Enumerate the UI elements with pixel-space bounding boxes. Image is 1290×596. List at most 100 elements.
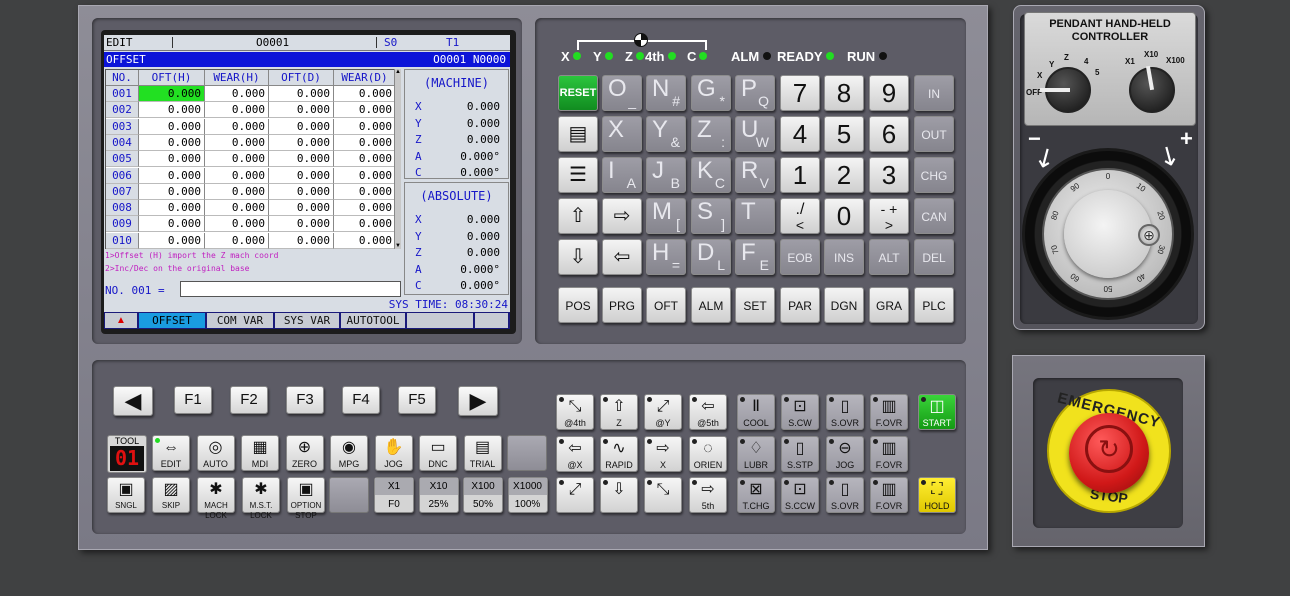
- edit-mode-button[interactable]: ⇔ EDIT: [152, 435, 190, 471]
- offset-cell[interactable]: 0.000: [334, 183, 396, 200]
- offset-cell[interactable]: 0.000: [139, 167, 205, 184]
- key-p[interactable]: PQ: [735, 75, 775, 111]
- key-digit-9[interactable]: 9: [869, 75, 909, 111]
- offset-cell[interactable]: 0.000: [334, 232, 396, 249]
- key-digit-0[interactable]: 0: [824, 198, 864, 234]
- offset-cell[interactable]: 0.000: [139, 200, 205, 217]
- key-u[interactable]: UW: [735, 116, 775, 152]
- key-dot[interactable]: ./<: [780, 198, 820, 234]
- offset-cell[interactable]: 0.000: [269, 134, 334, 151]
- rate-x1-button[interactable]: X1 F0: [374, 477, 414, 513]
- offset-cell[interactable]: 0.000: [269, 200, 334, 217]
- offset-cell[interactable]: 0.000: [269, 118, 334, 135]
- offset-cell[interactable]: 0.000: [334, 134, 396, 151]
- offset-cell[interactable]: 0.000: [139, 183, 205, 200]
- offset-cell[interactable]: 0.000: [334, 151, 396, 168]
- f4-button[interactable]: F4: [342, 386, 380, 414]
- key-k[interactable]: KC: [691, 157, 731, 193]
- f-ovr-key[interactable]: ▥ F.OVR: [870, 394, 908, 430]
- f3-button[interactable]: F3: [286, 386, 324, 414]
- lubr-key[interactable]: ♢ LUBR: [737, 436, 775, 472]
- offset-cell[interactable]: 0.000: [205, 134, 269, 151]
- alm-button[interactable]: ALM: [691, 287, 731, 323]
- eob-button[interactable]: EOB: [780, 239, 820, 275]
- offset-cell[interactable]: 0.000: [205, 183, 269, 200]
- axis-key[interactable]: ⤢: [556, 477, 594, 513]
- key-t[interactable]: T: [735, 198, 775, 234]
- key-z[interactable]: Z:: [691, 116, 731, 152]
- f-ovr-key[interactable]: ▥ F.OVR: [870, 436, 908, 472]
- mpg-mode-button[interactable]: ◉ MPG: [330, 435, 368, 471]
- offset-cell[interactable]: 0.000: [205, 102, 269, 119]
- zero-mode-button[interactable]: ⊕ ZERO: [285, 435, 324, 471]
- -x-key[interactable]: ⇦ @X: [556, 436, 594, 472]
- par-button[interactable]: PAR: [780, 287, 820, 323]
- offset-cell[interactable]: 0.000: [269, 232, 334, 249]
- chg-button[interactable]: CHG: [914, 157, 954, 193]
- offset-cell[interactable]: 0.000: [334, 167, 396, 184]
- offset-cell[interactable]: 0.000: [205, 151, 269, 168]
- rate-x10-button[interactable]: X10 25%: [418, 477, 459, 513]
- option-stop-button[interactable]: ▣ OPTION STOP: [287, 477, 325, 520]
- handwheel-crank[interactable]: ⊕: [1138, 224, 1160, 246]
- key-o[interactable]: O _: [602, 75, 642, 111]
- key-h[interactable]: H =: [646, 239, 686, 275]
- offset-cell[interactable]: 0.000: [269, 167, 334, 184]
- key-digit-2[interactable]: 2: [824, 157, 864, 193]
- key-g[interactable]: G *: [691, 75, 731, 111]
- key-m[interactable]: M[: [646, 198, 686, 234]
- in-button[interactable]: IN: [914, 75, 954, 111]
- out-button[interactable]: OUT: [914, 116, 954, 152]
- key-digit-7[interactable]: 7: [780, 75, 820, 111]
- up-arrow-key[interactable]: ⇧: [558, 198, 598, 234]
- offset-cell[interactable]: 0.000: [139, 151, 205, 168]
- blank-key[interactable]: [329, 477, 369, 513]
- key-s[interactable]: S]: [691, 198, 731, 234]
- key-y[interactable]: Y &: [646, 116, 686, 152]
- axis-key[interactable]: ⤡: [644, 477, 682, 513]
- ins-button[interactable]: INS: [824, 239, 864, 275]
- offset-cell[interactable]: 0.000: [334, 86, 396, 102]
- m-s-t-lock-button[interactable]: ✱ M.S.T. LOCK: [242, 477, 280, 520]
- key-j[interactable]: JB: [646, 157, 686, 193]
- 5th-key[interactable]: ⇨ 5th: [689, 477, 727, 513]
- offset-cell[interactable]: 0.000: [205, 200, 269, 217]
- offset-cell[interactable]: 0.000: [269, 151, 334, 168]
- key-d[interactable]: DL: [691, 239, 731, 275]
- pos-button[interactable]: POS: [558, 287, 598, 323]
- offset-cell[interactable]: 0.000: [139, 86, 205, 102]
- key-digit-4[interactable]: 4: [780, 116, 820, 152]
- skip-button[interactable]: ▨ SKIP: [152, 477, 190, 513]
- key-digit-6[interactable]: 6: [869, 116, 909, 152]
- key-sign[interactable]: - + >: [869, 198, 909, 234]
- hold-key[interactable]: ⛶ HOLD: [918, 477, 956, 513]
- offset-cell[interactable]: 0.000: [205, 232, 269, 249]
- left-arrow-key[interactable]: ⇦: [602, 239, 642, 275]
- input-field[interactable]: [180, 281, 401, 297]
- x-key[interactable]: ⇨ X: [644, 436, 682, 472]
- sngl-button[interactable]: ▣ SNGL: [107, 477, 145, 513]
- offset-cell[interactable]: 0.000: [205, 86, 269, 102]
- offset-cell[interactable]: 0.000: [205, 216, 269, 233]
- s-ovr-key[interactable]: ▯ S.OVR: [826, 394, 864, 430]
- softkey-6[interactable]: [475, 313, 508, 328]
- table-scrollbar[interactable]: ▲ ▼: [394, 69, 401, 249]
- offset-cell[interactable]: 0.000: [334, 200, 396, 217]
- dnc-mode-button[interactable]: ▭ DNC: [419, 435, 457, 471]
- list-key[interactable]: ☰: [558, 157, 598, 193]
- softkey-left-arrow[interactable]: ▲: [105, 313, 137, 328]
- offset-cell[interactable]: 0.000: [269, 86, 334, 102]
- offset-cell[interactable]: 0.000: [139, 102, 205, 119]
- offset-cell[interactable]: 0.000: [334, 118, 396, 135]
- softkey-3[interactable]: SYS VAR: [275, 313, 339, 328]
- oft-button[interactable]: OFT: [646, 287, 686, 323]
- mach-lock-button[interactable]: ✱ MACH LOCK: [197, 477, 235, 520]
- jog-mode-button[interactable]: ✋ JOG: [374, 435, 413, 471]
- t-chg-key[interactable]: ⊠ T.CHG: [737, 477, 775, 513]
- can-button[interactable]: CAN: [914, 198, 954, 234]
- softkey-2[interactable]: COM VAR: [207, 313, 273, 328]
- key-digit-5[interactable]: 5: [824, 116, 864, 152]
- offset-cell[interactable]: 0.000: [139, 134, 205, 151]
- -4th-key[interactable]: ⤡ @4th: [556, 394, 594, 430]
- axis-key[interactable]: ⇩: [600, 477, 638, 513]
